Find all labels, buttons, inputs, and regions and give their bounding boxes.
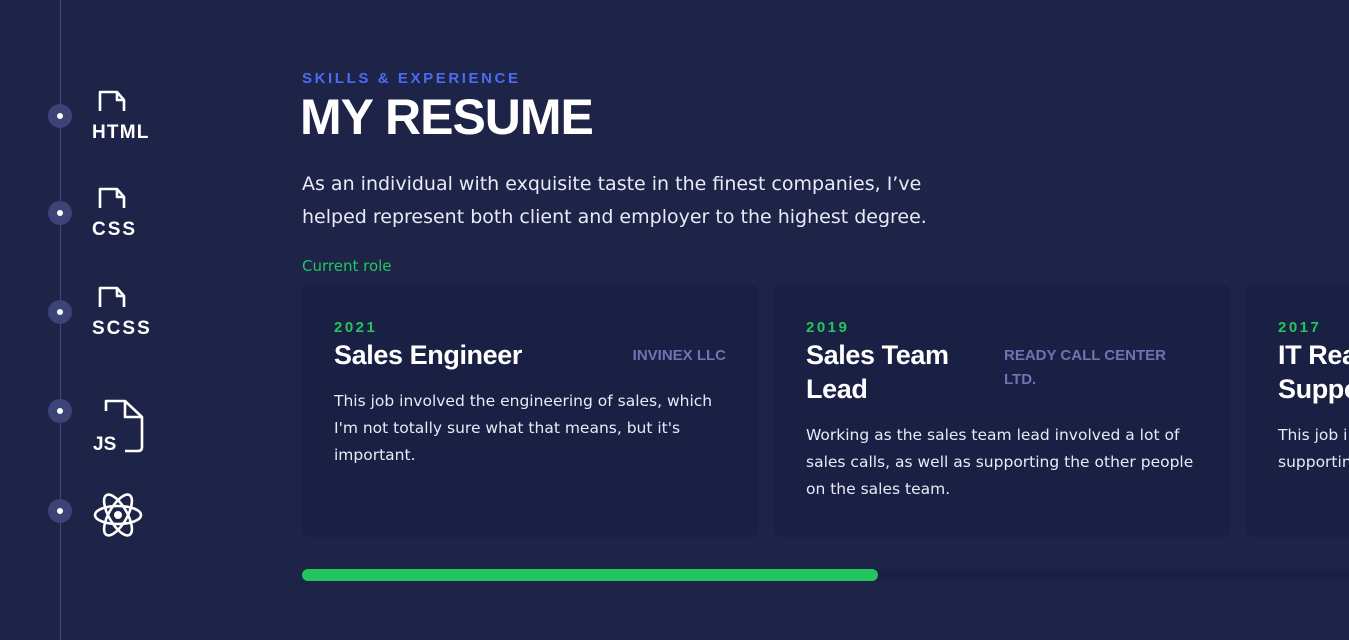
experience-card[interactable]: 2021 Sales Engineer INVINEX LLC This job… xyxy=(302,285,758,537)
card-company: READY CALL CENTER LTD. xyxy=(1004,347,1166,388)
card-role: Sales Engineer xyxy=(334,340,522,370)
skill-scss: SCSS xyxy=(48,286,178,370)
resume-section: HTML CSS SCSS JS SKILLS & EXPERIENCE MY … xyxy=(0,0,1349,640)
skill-label: JS xyxy=(93,434,116,455)
card-role: Sales Team Lead xyxy=(806,340,949,404)
css-file-icon: CSS xyxy=(91,187,161,247)
scss-file-icon: SCSS xyxy=(91,286,171,346)
card-description: This job i supportin xyxy=(1278,426,1349,471)
skill-js: JS xyxy=(48,399,178,469)
html-file-icon: HTML xyxy=(91,90,161,150)
carousel-scroll-thumb[interactable] xyxy=(302,569,878,581)
react-atom-icon xyxy=(91,487,151,543)
skill-html: HTML xyxy=(48,90,178,174)
skill-css: CSS xyxy=(48,187,178,271)
timeline-dot xyxy=(48,300,72,324)
experience-card[interactable]: 2019 Sales Team Lead READY CALL CENTER L… xyxy=(774,285,1230,537)
card-description: Working as the sales team lead involved … xyxy=(806,426,1194,498)
intro-text: As an individual with exquisite taste in… xyxy=(302,173,927,228)
card-year: 2019 xyxy=(806,319,850,336)
timeline-dot xyxy=(48,499,72,523)
skill-label: CSS xyxy=(92,219,137,240)
page-title: MY RESUME xyxy=(300,89,594,145)
timeline-dot xyxy=(48,399,72,423)
current-role-label: Current role xyxy=(302,257,392,275)
skill-label: SCSS xyxy=(92,318,152,339)
card-year: 2021 xyxy=(334,319,378,336)
card-year: 2017 xyxy=(1278,319,1322,336)
timeline-dot xyxy=(48,201,72,225)
js-file-icon: JS xyxy=(91,385,161,455)
skill-label: HTML xyxy=(92,122,150,143)
experience-card[interactable]: 2017 IT Rea Suppo This job i supportin xyxy=(1246,285,1349,537)
timeline-dot xyxy=(48,104,72,128)
card-company: INVINEX LLC xyxy=(632,347,726,364)
skill-react xyxy=(48,493,178,569)
card-description: This job involved the engineering of sal… xyxy=(334,392,713,464)
card-role: IT Rea Suppo xyxy=(1278,340,1349,404)
section-eyebrow: SKILLS & EXPERIENCE xyxy=(302,70,521,87)
